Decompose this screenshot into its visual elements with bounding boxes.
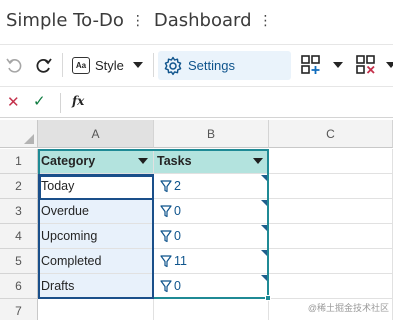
column-header-a[interactable]: A — [38, 120, 154, 148]
fill-handle[interactable] — [265, 295, 271, 301]
formula-marker-icon — [261, 250, 267, 256]
undo-icon[interactable] — [3, 54, 25, 76]
app-more-icon[interactable]: ⋮ — [131, 13, 145, 27]
cell-c4[interactable] — [269, 224, 393, 249]
table-header-tasks[interactable]: Tasks — [154, 149, 269, 174]
select-all-corner[interactable] — [0, 120, 38, 148]
row-header[interactable]: 7 — [0, 299, 38, 320]
table-cell-category[interactable]: Overdue — [38, 199, 154, 224]
filter-icon — [160, 229, 172, 243]
task-count-link[interactable]: 2 — [174, 179, 181, 193]
row-header[interactable]: 5 — [0, 249, 38, 274]
table-cell-tasks[interactable]: 0 — [154, 274, 269, 299]
filter-icon — [160, 254, 172, 268]
insert-table-button[interactable] — [300, 54, 343, 76]
chevron-down-icon — [386, 62, 393, 68]
header-label: Category — [41, 154, 96, 168]
cell-c2[interactable] — [269, 174, 393, 199]
filter-dropdown-icon[interactable] — [253, 158, 263, 164]
row-header[interactable]: 2 — [0, 174, 38, 199]
row-header[interactable]: 1 — [0, 149, 38, 174]
table-header-category[interactable]: Category — [38, 149, 154, 174]
row-header[interactable]: 4 — [0, 224, 38, 249]
cell-c5[interactable] — [269, 249, 393, 274]
table-cell-category[interactable]: Upcoming — [38, 224, 154, 249]
app-name[interactable]: Simple To-Do — [6, 10, 124, 31]
formula-marker-icon — [261, 200, 267, 206]
style-icon: Aa — [72, 56, 90, 74]
chevron-down-icon — [132, 62, 143, 68]
settings-label: Settings — [188, 58, 235, 73]
cell-a7[interactable] — [38, 299, 154, 320]
formula-divider — [60, 93, 61, 113]
toolbar: Aa Style Settings — [0, 44, 393, 84]
toolbar-divider — [62, 53, 63, 77]
page-name[interactable]: Dashboard — [154, 10, 252, 31]
style-label: Style — [95, 57, 124, 73]
header-label: Tasks — [157, 154, 192, 168]
table-cell-tasks[interactable]: 0 — [154, 199, 269, 224]
task-count-link[interactable]: 0 — [174, 229, 181, 243]
grid-delete-icon — [355, 54, 377, 76]
filter-dropdown-icon[interactable] — [138, 158, 148, 164]
filter-icon — [160, 204, 172, 218]
grid-plus-icon — [300, 54, 322, 76]
table-cell-tasks[interactable]: 2 — [154, 174, 269, 199]
filter-icon — [160, 279, 172, 293]
task-count-link[interactable]: 11 — [174, 254, 187, 268]
function-icon[interactable]: fx — [72, 94, 84, 108]
table-cell-tasks[interactable]: 0 — [154, 224, 269, 249]
watermark: @稀土掘金技术社区 — [307, 303, 389, 313]
formula-marker-icon — [261, 275, 267, 281]
formula-bar: ✕ ✓ fx — [0, 86, 393, 118]
chevron-down-icon — [333, 62, 343, 68]
select-all-icon — [24, 134, 34, 144]
column-header-b[interactable]: B — [154, 120, 269, 148]
style-button[interactable]: Aa Style — [72, 53, 143, 77]
cell-c1[interactable] — [269, 149, 393, 174]
cell-c3[interactable] — [269, 199, 393, 224]
settings-button[interactable]: Settings — [158, 51, 291, 80]
task-count-link[interactable]: 0 — [174, 204, 181, 218]
filter-icon — [160, 179, 172, 193]
spreadsheet-grid: A B C 1 2 3 4 5 6 7 Category Tasks Today… — [0, 120, 393, 320]
close-icon[interactable]: ✕ — [7, 93, 20, 111]
table-cell-category[interactable]: Completed — [38, 249, 154, 274]
delete-table-button[interactable] — [355, 54, 393, 76]
gear-icon — [163, 56, 183, 76]
row-header[interactable]: 3 — [0, 199, 38, 224]
table-cell-category[interactable]: Today — [38, 174, 154, 199]
table-cell-tasks[interactable]: 11 — [154, 249, 269, 274]
title-bar: Simple To-Do ⋮ Dashboard ⋮ — [0, 0, 393, 40]
cell-b7[interactable] — [154, 299, 269, 320]
redo-icon[interactable] — [33, 54, 55, 76]
row-header[interactable]: 6 — [0, 274, 38, 299]
formula-marker-icon — [261, 225, 267, 231]
task-count-link[interactable]: 0 — [174, 279, 181, 293]
page-more-icon[interactable]: ⋮ — [259, 13, 273, 27]
checkmark-icon[interactable]: ✓ — [33, 92, 46, 110]
table-cell-category[interactable]: Drafts — [38, 274, 154, 299]
formula-marker-icon — [261, 175, 267, 181]
cell-c6[interactable] — [269, 274, 393, 299]
column-header-c[interactable]: C — [269, 120, 393, 148]
toolbar-divider — [153, 53, 154, 77]
